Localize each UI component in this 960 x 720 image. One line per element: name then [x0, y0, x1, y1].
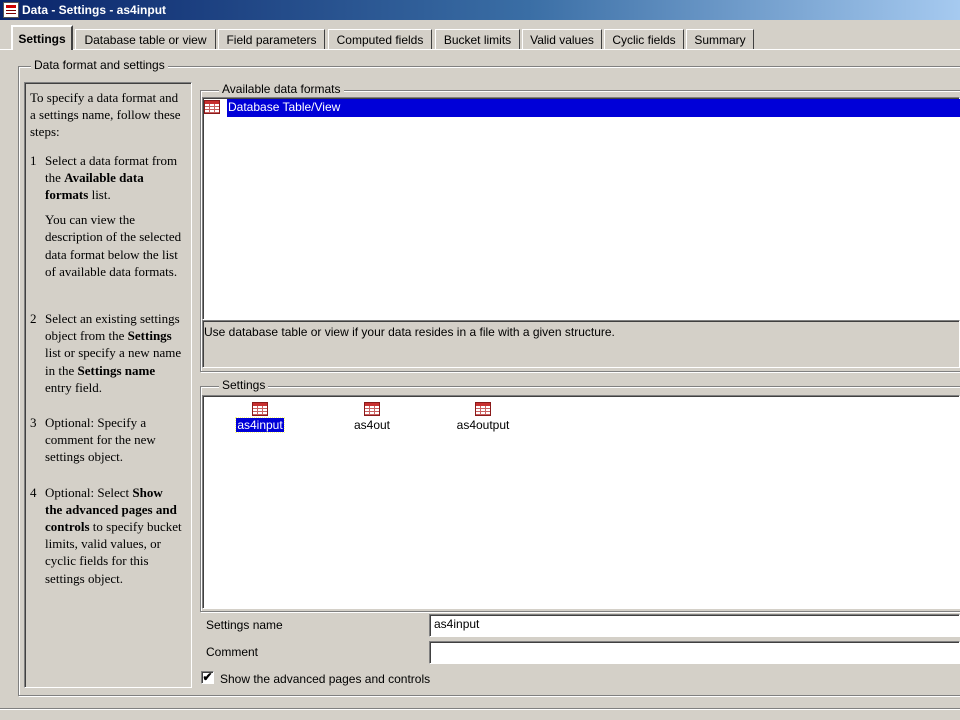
- settings-list[interactable]: [202, 395, 960, 609]
- help-step-2: 2 Select an existing settings object fro…: [30, 311, 182, 395]
- tab-field-parameters[interactable]: Field parameters: [218, 29, 325, 49]
- settings-item-as4input[interactable]: as4input: [220, 402, 300, 433]
- available-formats-label: Available data formats: [219, 82, 344, 96]
- tab-cyclic-fields[interactable]: Cyclic fields: [604, 29, 684, 49]
- settings-name-field[interactable]: as4input: [429, 614, 960, 637]
- available-formats-list[interactable]: [202, 97, 960, 320]
- tab-computed-fields[interactable]: Computed fields: [328, 29, 432, 49]
- comment-label: Comment: [206, 645, 259, 659]
- advanced-checkbox-label[interactable]: Show the advanced pages and controls: [220, 672, 430, 686]
- tab-bucket-limits[interactable]: Bucket limits: [435, 29, 520, 49]
- help-step-3: 3 Optional: Specify a comment for the ne…: [30, 415, 156, 465]
- comment-field[interactable]: [429, 641, 960, 664]
- settings-item-as4output[interactable]: as4output: [443, 402, 523, 432]
- settings-item-as4out[interactable]: as4out: [332, 402, 412, 432]
- settings-name-label: Settings name: [206, 618, 283, 632]
- settings-label: Settings: [219, 378, 269, 392]
- help-panel: To specify a data format and a settings …: [24, 82, 192, 688]
- format-item-database-table-view[interactable]: Database Table/View: [203, 99, 960, 117]
- help-step-1: 1 Select a data format from the Availabl…: [30, 152, 178, 203]
- tab-settings[interactable]: Settings: [11, 25, 73, 50]
- tab-divider: [0, 49, 960, 50]
- advanced-checkbox[interactable]: ✔: [201, 671, 214, 684]
- data-format-group-label: Data format and settings: [31, 58, 168, 72]
- table-icon: [364, 402, 380, 416]
- title-bar[interactable]: Data - Settings - as4input: [0, 0, 960, 20]
- format-item-label: Database Table/View: [227, 99, 960, 117]
- help-step-1-note: You can view the description of the sele…: [45, 212, 182, 279]
- table-icon: [252, 402, 268, 416]
- tab-valid-values[interactable]: Valid values: [522, 29, 602, 49]
- table-icon: [475, 402, 491, 416]
- bottom-divider: [0, 708, 960, 709]
- tab-database-table-or-view[interactable]: Database table or view: [75, 29, 216, 49]
- app-icon: [3, 2, 19, 18]
- help-step-4: 4 Optional: Select Show the advanced pag…: [30, 484, 182, 586]
- window-title: Data - Settings - as4input: [22, 3, 167, 17]
- help-intro: To specify a data format and a settings …: [30, 90, 181, 140]
- table-icon: [204, 100, 220, 114]
- format-description: Use database table or view if your data …: [202, 320, 960, 368]
- tab-summary[interactable]: Summary: [686, 29, 754, 49]
